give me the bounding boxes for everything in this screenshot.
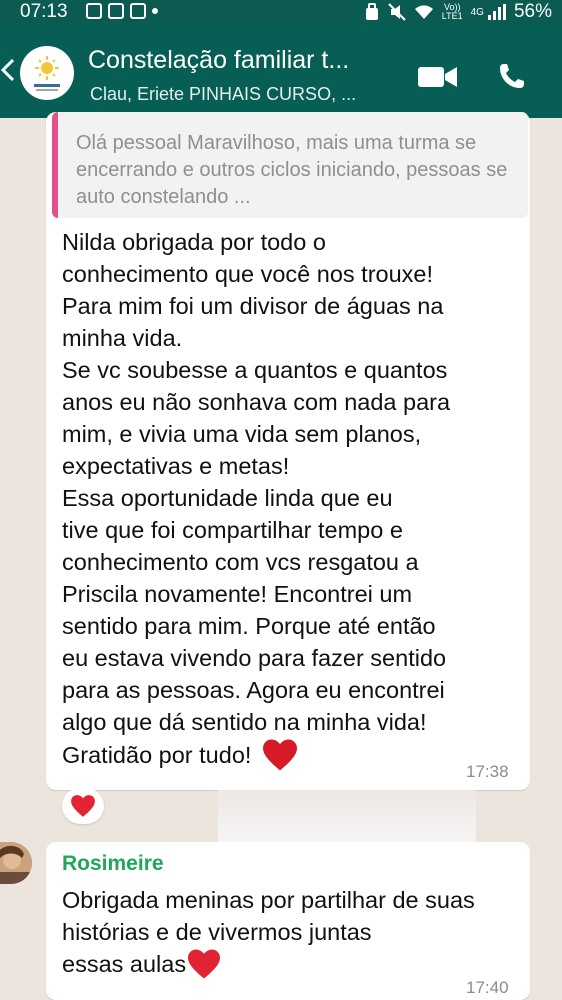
wifi-icon [414,5,433,19]
message-text: Obrigada meninas por partilhar de suas h… [62,884,512,980]
volte-indicator: Vo)) LTE1 [442,3,463,21]
reaction-badge[interactable] [62,788,104,824]
message-text: Nilda obrigada por todo o conhecimento q… [62,229,451,735]
battery-level: 56% [513,1,552,22]
message-closing-text: Gratidão por tudo! [62,741,252,768]
instagram-icon [130,3,146,19]
status-right: Vo)) LTE1 4G 56% [364,1,552,23]
gallery-icon [86,3,102,19]
status-time: 07:13 [20,1,68,22]
message-time: 17:38 [466,762,509,781]
notification-icons [86,3,158,19]
heart-reaction-icon [71,795,95,817]
network-type: 4G [470,6,484,18]
status-bar: 07:13 Vo)) LTE1 4G 56% [0,0,562,24]
back-arrow-icon[interactable] [0,58,14,82]
voice-call-icon[interactable] [498,62,526,90]
chat-title[interactable]: Constelação familiar t... [88,46,349,75]
mute-icon [388,3,406,21]
heart-emoji-icon [263,739,298,771]
signal-bars-icon [487,4,506,20]
sender-name[interactable]: Rosimeire [62,852,164,876]
heart-emoji-icon [188,949,221,979]
quoted-message[interactable]: Olá pessoal Maravilhoso, mais uma turma … [52,112,528,218]
sun-logo-icon [34,56,60,91]
sender-photo [0,842,32,884]
chat-participants[interactable]: Clau, Eriete PINHAIS CURSO, ... [90,84,356,105]
image-preview-edge [218,790,476,842]
group-avatar[interactable] [20,46,74,100]
message-last-line: Gratidão por tudo! [62,738,299,772]
more-notifications-icon [152,8,158,14]
chat-header: Constelação familiar t... Clau, Eriete P… [0,24,562,118]
message-time: 17:40 [466,978,509,997]
sender-avatar[interactable] [0,842,32,884]
quoted-text: Olá pessoal Maravilhoso, mais uma turma … [76,132,508,208]
lte-label: LTE1 [441,11,463,21]
message-body: Obrigada meninas por partilhar de suas h… [62,887,475,945]
drive-icon [108,3,124,19]
video-call-icon[interactable] [418,64,458,90]
message-last-line: essas aulas [62,948,222,980]
alarm-icon [365,3,378,20]
message-closing-text: essas aulas [62,951,187,977]
